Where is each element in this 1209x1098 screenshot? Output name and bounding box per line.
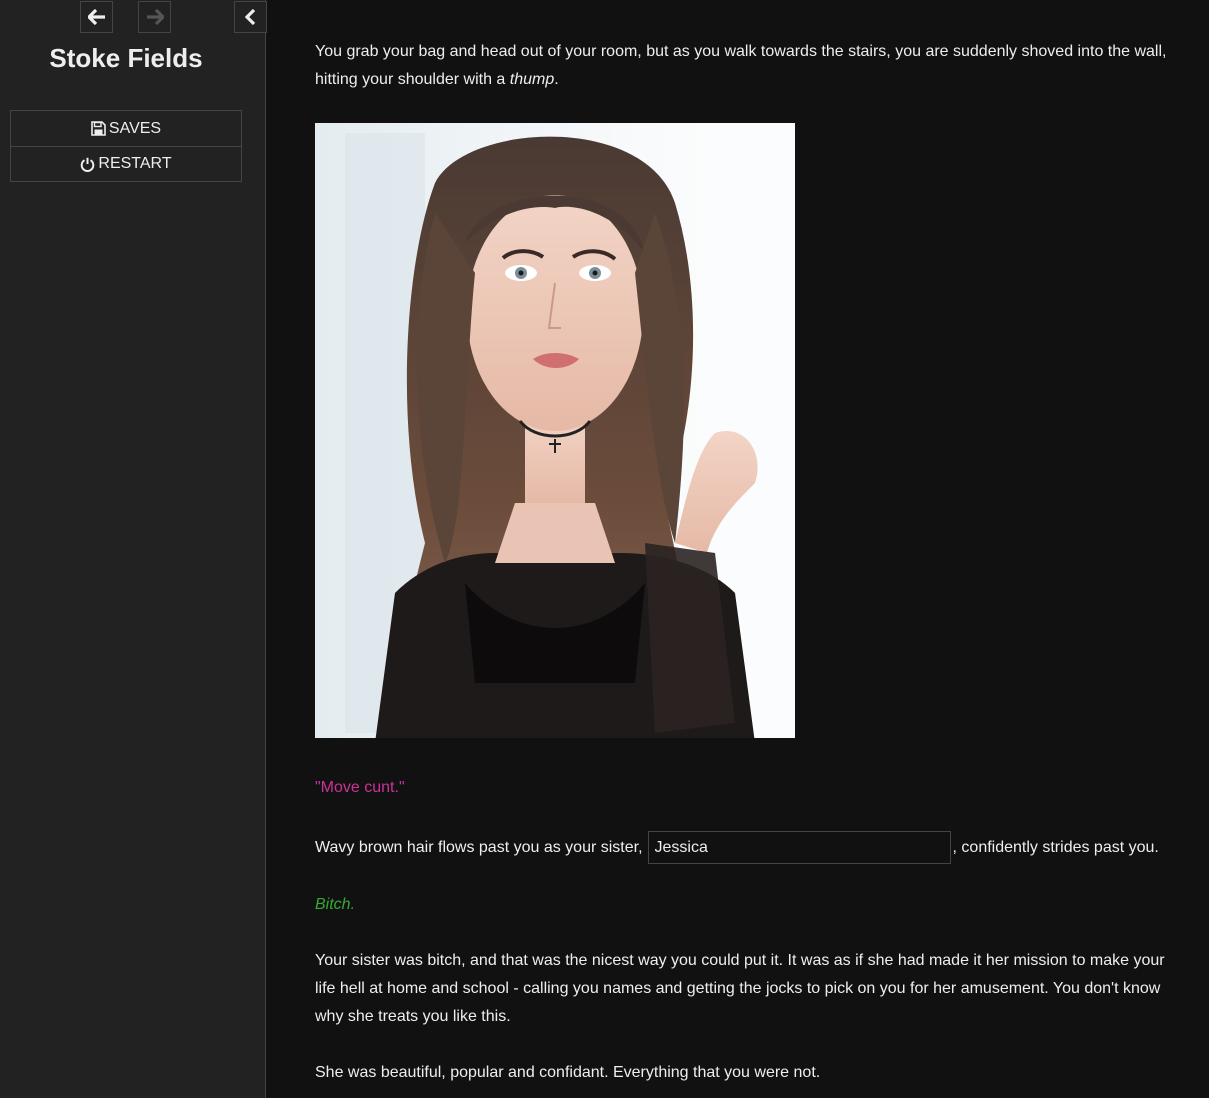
story-title: Stoke Fields (49, 43, 203, 73)
restart-button[interactable]: RESTART (11, 146, 241, 181)
dialogue-quote: "Move cunt." (315, 779, 405, 796)
arrow-left-icon (87, 9, 105, 25)
floppy-disk-icon (91, 121, 106, 136)
history-back-button[interactable] (80, 1, 113, 33)
closing-paragraph: She was beautiful, popular and confidant… (315, 1064, 821, 1081)
intro-end: . (554, 71, 559, 88)
sister-name-input[interactable] (647, 831, 951, 864)
intro-text: You grab your bag and head out of your r… (315, 43, 1167, 88)
portrait-image (315, 123, 795, 738)
sidebar-menu: SAVES RESTART (10, 110, 242, 182)
power-icon (81, 157, 95, 172)
name-line-before: Wavy brown hair flows past you as your s… (315, 838, 643, 856)
sister-paragraph: Your sister was bitch, and that was the … (315, 952, 1165, 1025)
saves-button[interactable]: SAVES (11, 111, 241, 146)
chevron-left-icon (244, 9, 255, 25)
arrow-right-icon (146, 9, 164, 25)
restart-label: RESTART (98, 155, 172, 172)
sidebar-toggle-button[interactable] (234, 1, 267, 33)
sidebar: Stoke Fields SAVES RESTART (0, 0, 267, 1098)
inner-thought: Bitch. (315, 896, 356, 913)
intro-paragraph: You grab your bag and head out of your r… (315, 38, 1175, 94)
history-forward-button[interactable] (138, 1, 171, 33)
saves-label: SAVES (108, 119, 162, 137)
sister-name-line: Wavy brown hair flows past you as your s… (315, 831, 1175, 864)
character-portrait (315, 123, 795, 738)
name-line-after: , confidently strides past you. (952, 838, 1159, 856)
intro-emphasis: thump (509, 71, 555, 88)
